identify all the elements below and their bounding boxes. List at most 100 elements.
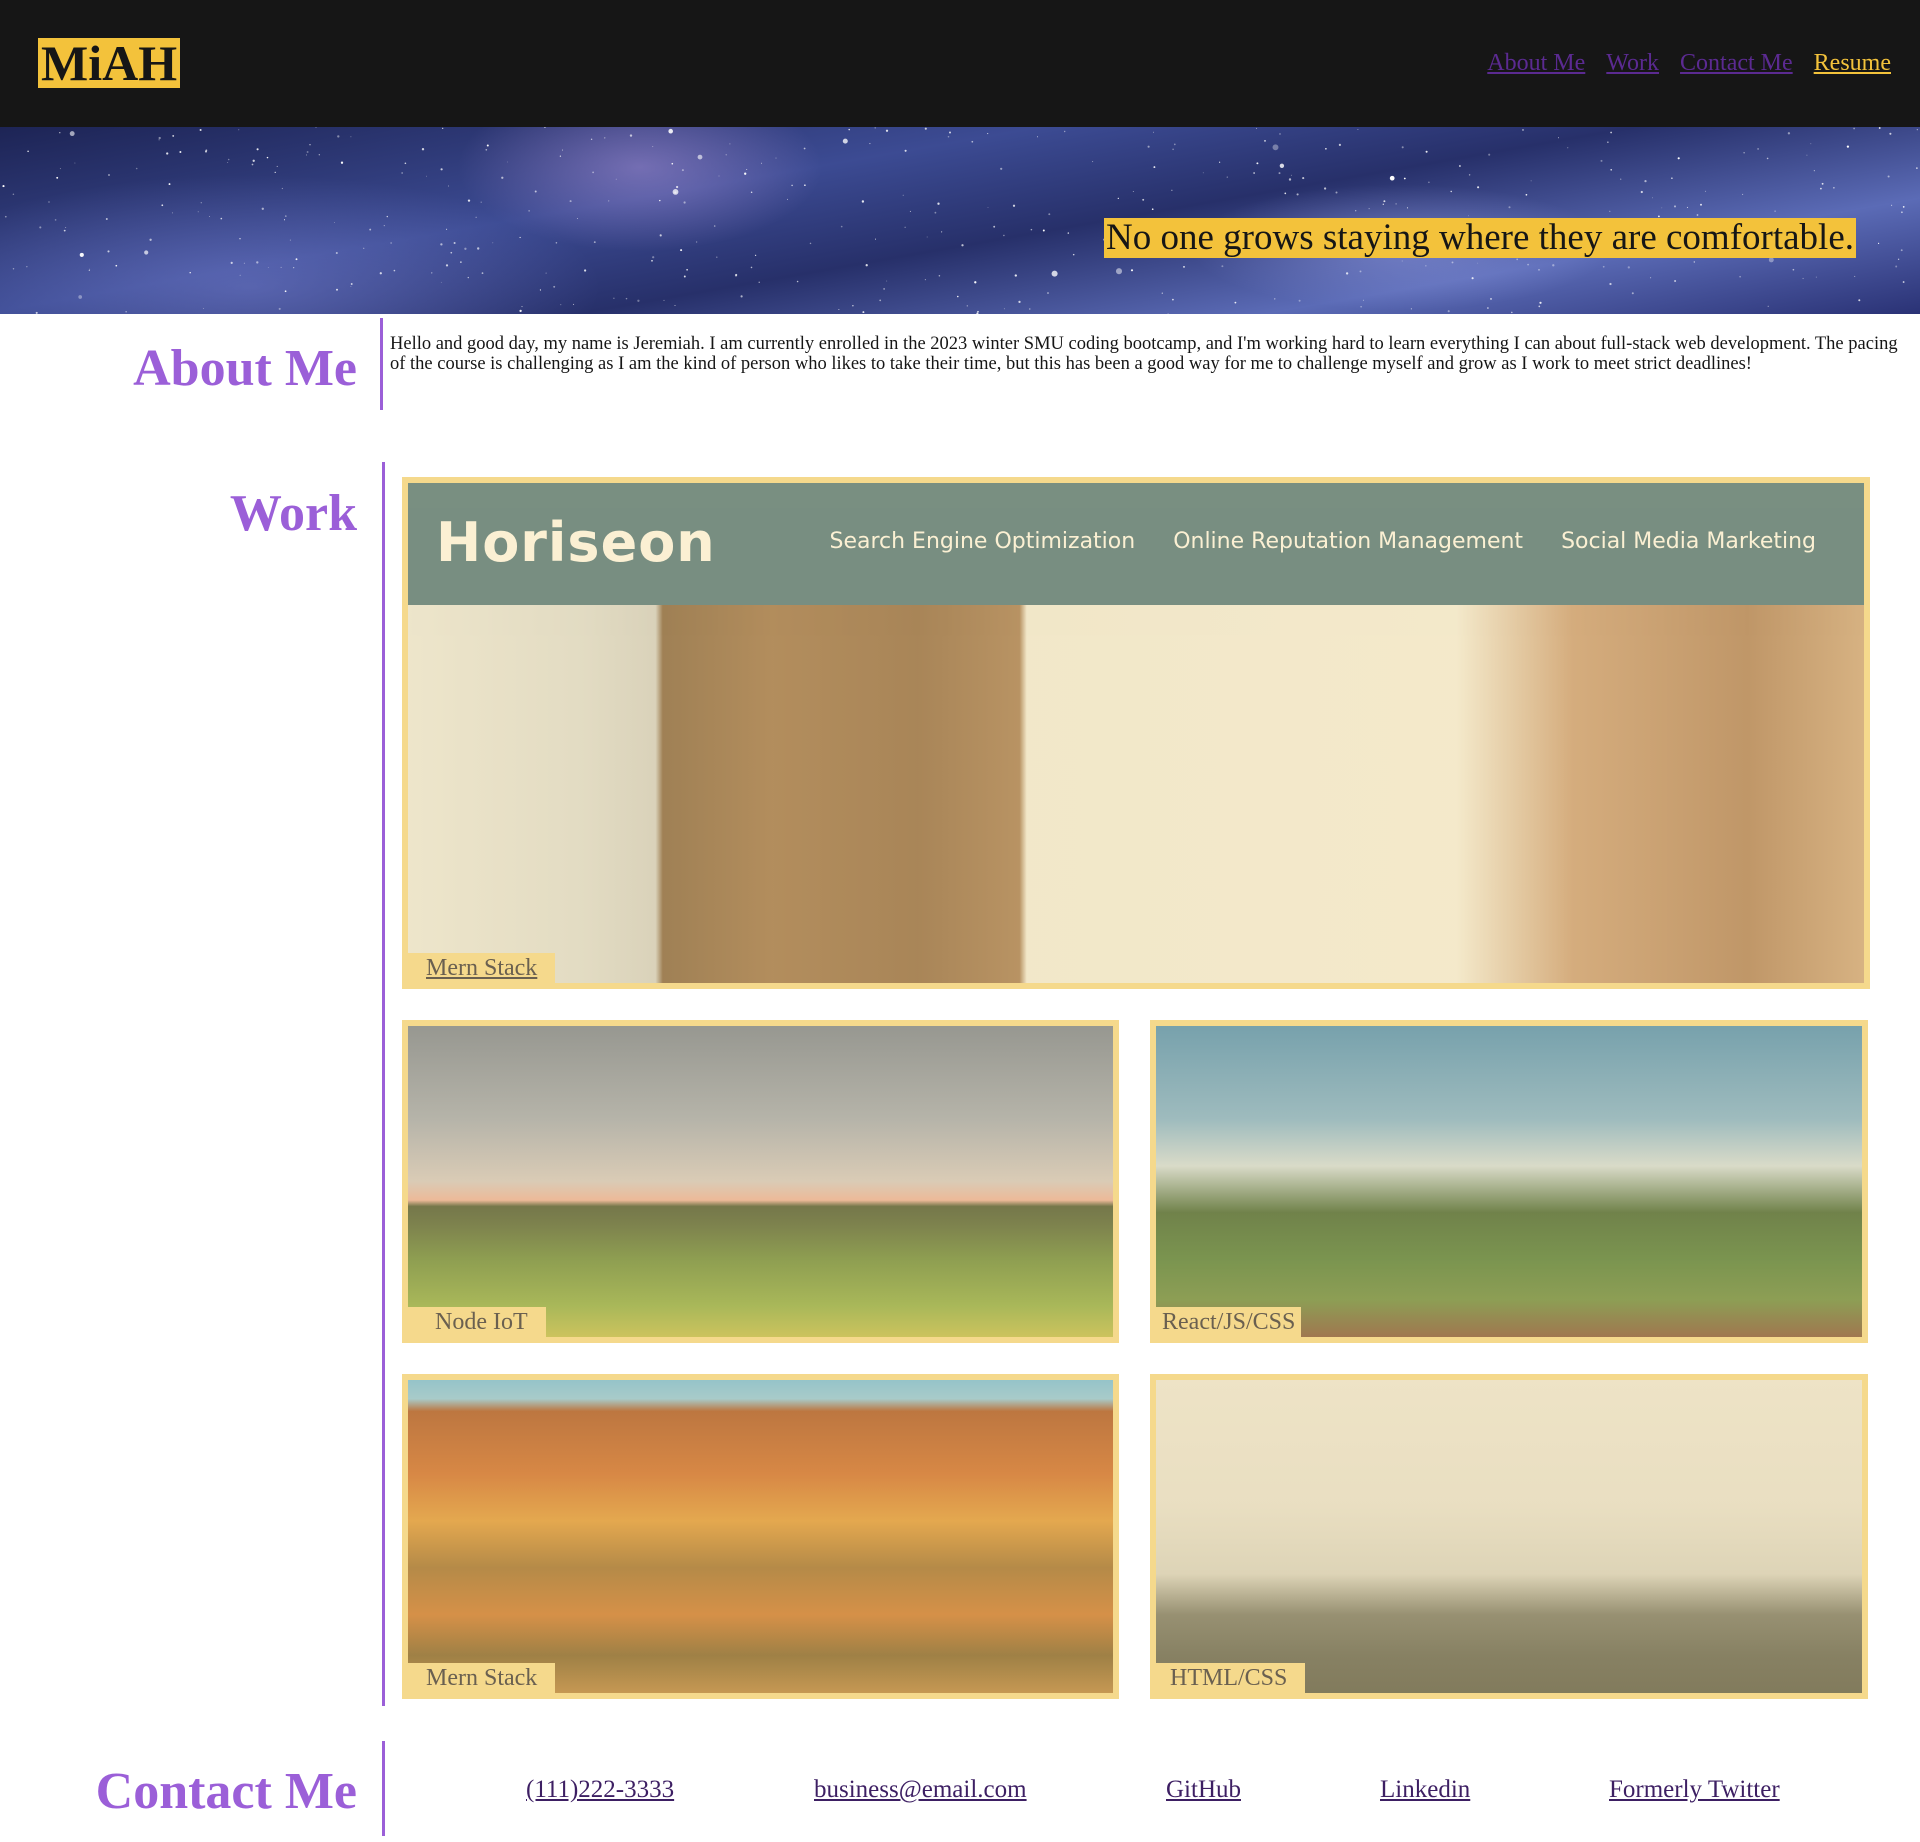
star xyxy=(838,309,840,311)
star xyxy=(1607,141,1609,143)
star xyxy=(2,185,5,188)
star xyxy=(1274,298,1276,300)
star xyxy=(1302,177,1305,180)
star xyxy=(467,276,469,279)
star xyxy=(283,219,286,221)
contact-link-email[interactable]: business@email.com xyxy=(814,1775,1027,1805)
star xyxy=(1458,165,1461,167)
contact-link-github[interactable]: GitHub xyxy=(1166,1775,1241,1805)
horiseon-nav: Search Engine Optimization Online Reputa… xyxy=(829,527,1816,557)
star xyxy=(335,251,338,255)
star xyxy=(293,267,295,269)
star xyxy=(1650,277,1652,279)
star xyxy=(1115,268,1123,275)
nav-link-work[interactable]: Work xyxy=(1606,48,1659,78)
star xyxy=(695,241,698,243)
star xyxy=(1600,159,1603,162)
star xyxy=(861,200,865,203)
contact-link-twitter[interactable]: Formerly Twitter xyxy=(1609,1775,1780,1805)
star xyxy=(629,134,633,137)
nav-link-about-me[interactable]: About Me xyxy=(1487,48,1585,78)
star xyxy=(431,272,433,274)
star xyxy=(1051,270,1058,277)
star xyxy=(924,279,926,281)
star xyxy=(383,225,385,227)
nav-link-resume[interactable]: Resume xyxy=(1814,48,1891,78)
star xyxy=(35,311,38,314)
star xyxy=(1627,266,1630,269)
project-label-featured[interactable]: Mern Stack xyxy=(408,953,556,983)
star xyxy=(369,228,372,231)
project-card-featured[interactable]: Horiseon Search Engine Optimization Onli… xyxy=(402,477,1870,989)
star xyxy=(1477,186,1480,189)
star xyxy=(683,201,686,204)
site-logo[interactable]: MiAH xyxy=(38,38,181,88)
project-card-3[interactable]: Mern Stack xyxy=(402,1374,1119,1699)
star xyxy=(1451,261,1454,264)
horiseon-brand: Horiseon xyxy=(436,511,716,574)
star xyxy=(48,201,50,203)
contact-link-phone[interactable]: (111)222-3333 xyxy=(526,1775,674,1805)
star xyxy=(775,157,777,159)
star xyxy=(583,269,587,272)
star xyxy=(105,218,108,220)
star xyxy=(683,275,686,278)
star xyxy=(883,288,885,290)
star xyxy=(401,172,403,174)
star xyxy=(1602,265,1605,268)
project-card-2[interactable]: React/JS/CSS xyxy=(1150,1020,1868,1343)
star xyxy=(734,274,738,277)
star xyxy=(862,311,865,314)
star xyxy=(1567,147,1569,149)
star xyxy=(1511,311,1513,314)
star xyxy=(168,183,171,186)
star xyxy=(1696,214,1699,216)
star xyxy=(947,135,950,138)
about-divider xyxy=(380,318,383,410)
star xyxy=(1806,154,1808,156)
star xyxy=(1284,192,1287,195)
star xyxy=(1477,262,1479,264)
star xyxy=(135,167,138,170)
star xyxy=(1117,197,1119,200)
star xyxy=(295,258,298,261)
horiseon-header: Horiseon Search Engine Optimization Onli… xyxy=(408,483,1864,605)
star xyxy=(315,127,317,128)
star xyxy=(1014,274,1017,277)
project-card-1[interactable]: Node IoT xyxy=(402,1020,1119,1343)
star xyxy=(1468,174,1471,176)
contact-link-linkedin[interactable]: Linkedin xyxy=(1380,1775,1470,1805)
star xyxy=(1288,178,1292,181)
star xyxy=(1813,170,1815,172)
star xyxy=(1792,268,1795,271)
star xyxy=(379,272,382,275)
star xyxy=(1272,144,1279,151)
star xyxy=(149,238,152,241)
star xyxy=(1887,175,1890,178)
star xyxy=(1226,176,1228,178)
star xyxy=(460,261,462,263)
star xyxy=(440,281,442,283)
star xyxy=(1130,269,1134,272)
star xyxy=(440,243,443,246)
star xyxy=(519,309,522,313)
main-nav: About Me Work Contact Me Resume xyxy=(1487,48,1891,78)
star xyxy=(1774,210,1776,212)
star xyxy=(340,161,344,164)
star xyxy=(238,129,240,131)
star xyxy=(386,215,388,218)
star xyxy=(1219,161,1221,163)
work-section-title: Work xyxy=(229,485,357,542)
star xyxy=(239,274,241,276)
star xyxy=(848,128,850,131)
project-screenshot-horiseon: Horiseon Search Engine Optimization Onli… xyxy=(408,483,1864,983)
project-card-4[interactable]: HTML/CSS xyxy=(1150,1374,1868,1699)
star xyxy=(1673,205,1677,208)
nav-link-contact-me[interactable]: Contact Me xyxy=(1680,48,1793,78)
star xyxy=(1003,308,1005,310)
star xyxy=(446,228,448,230)
star xyxy=(1296,193,1299,196)
star xyxy=(652,256,655,259)
horiseon-nav-item: Search Engine Optimization xyxy=(829,529,1136,554)
star xyxy=(713,225,716,227)
